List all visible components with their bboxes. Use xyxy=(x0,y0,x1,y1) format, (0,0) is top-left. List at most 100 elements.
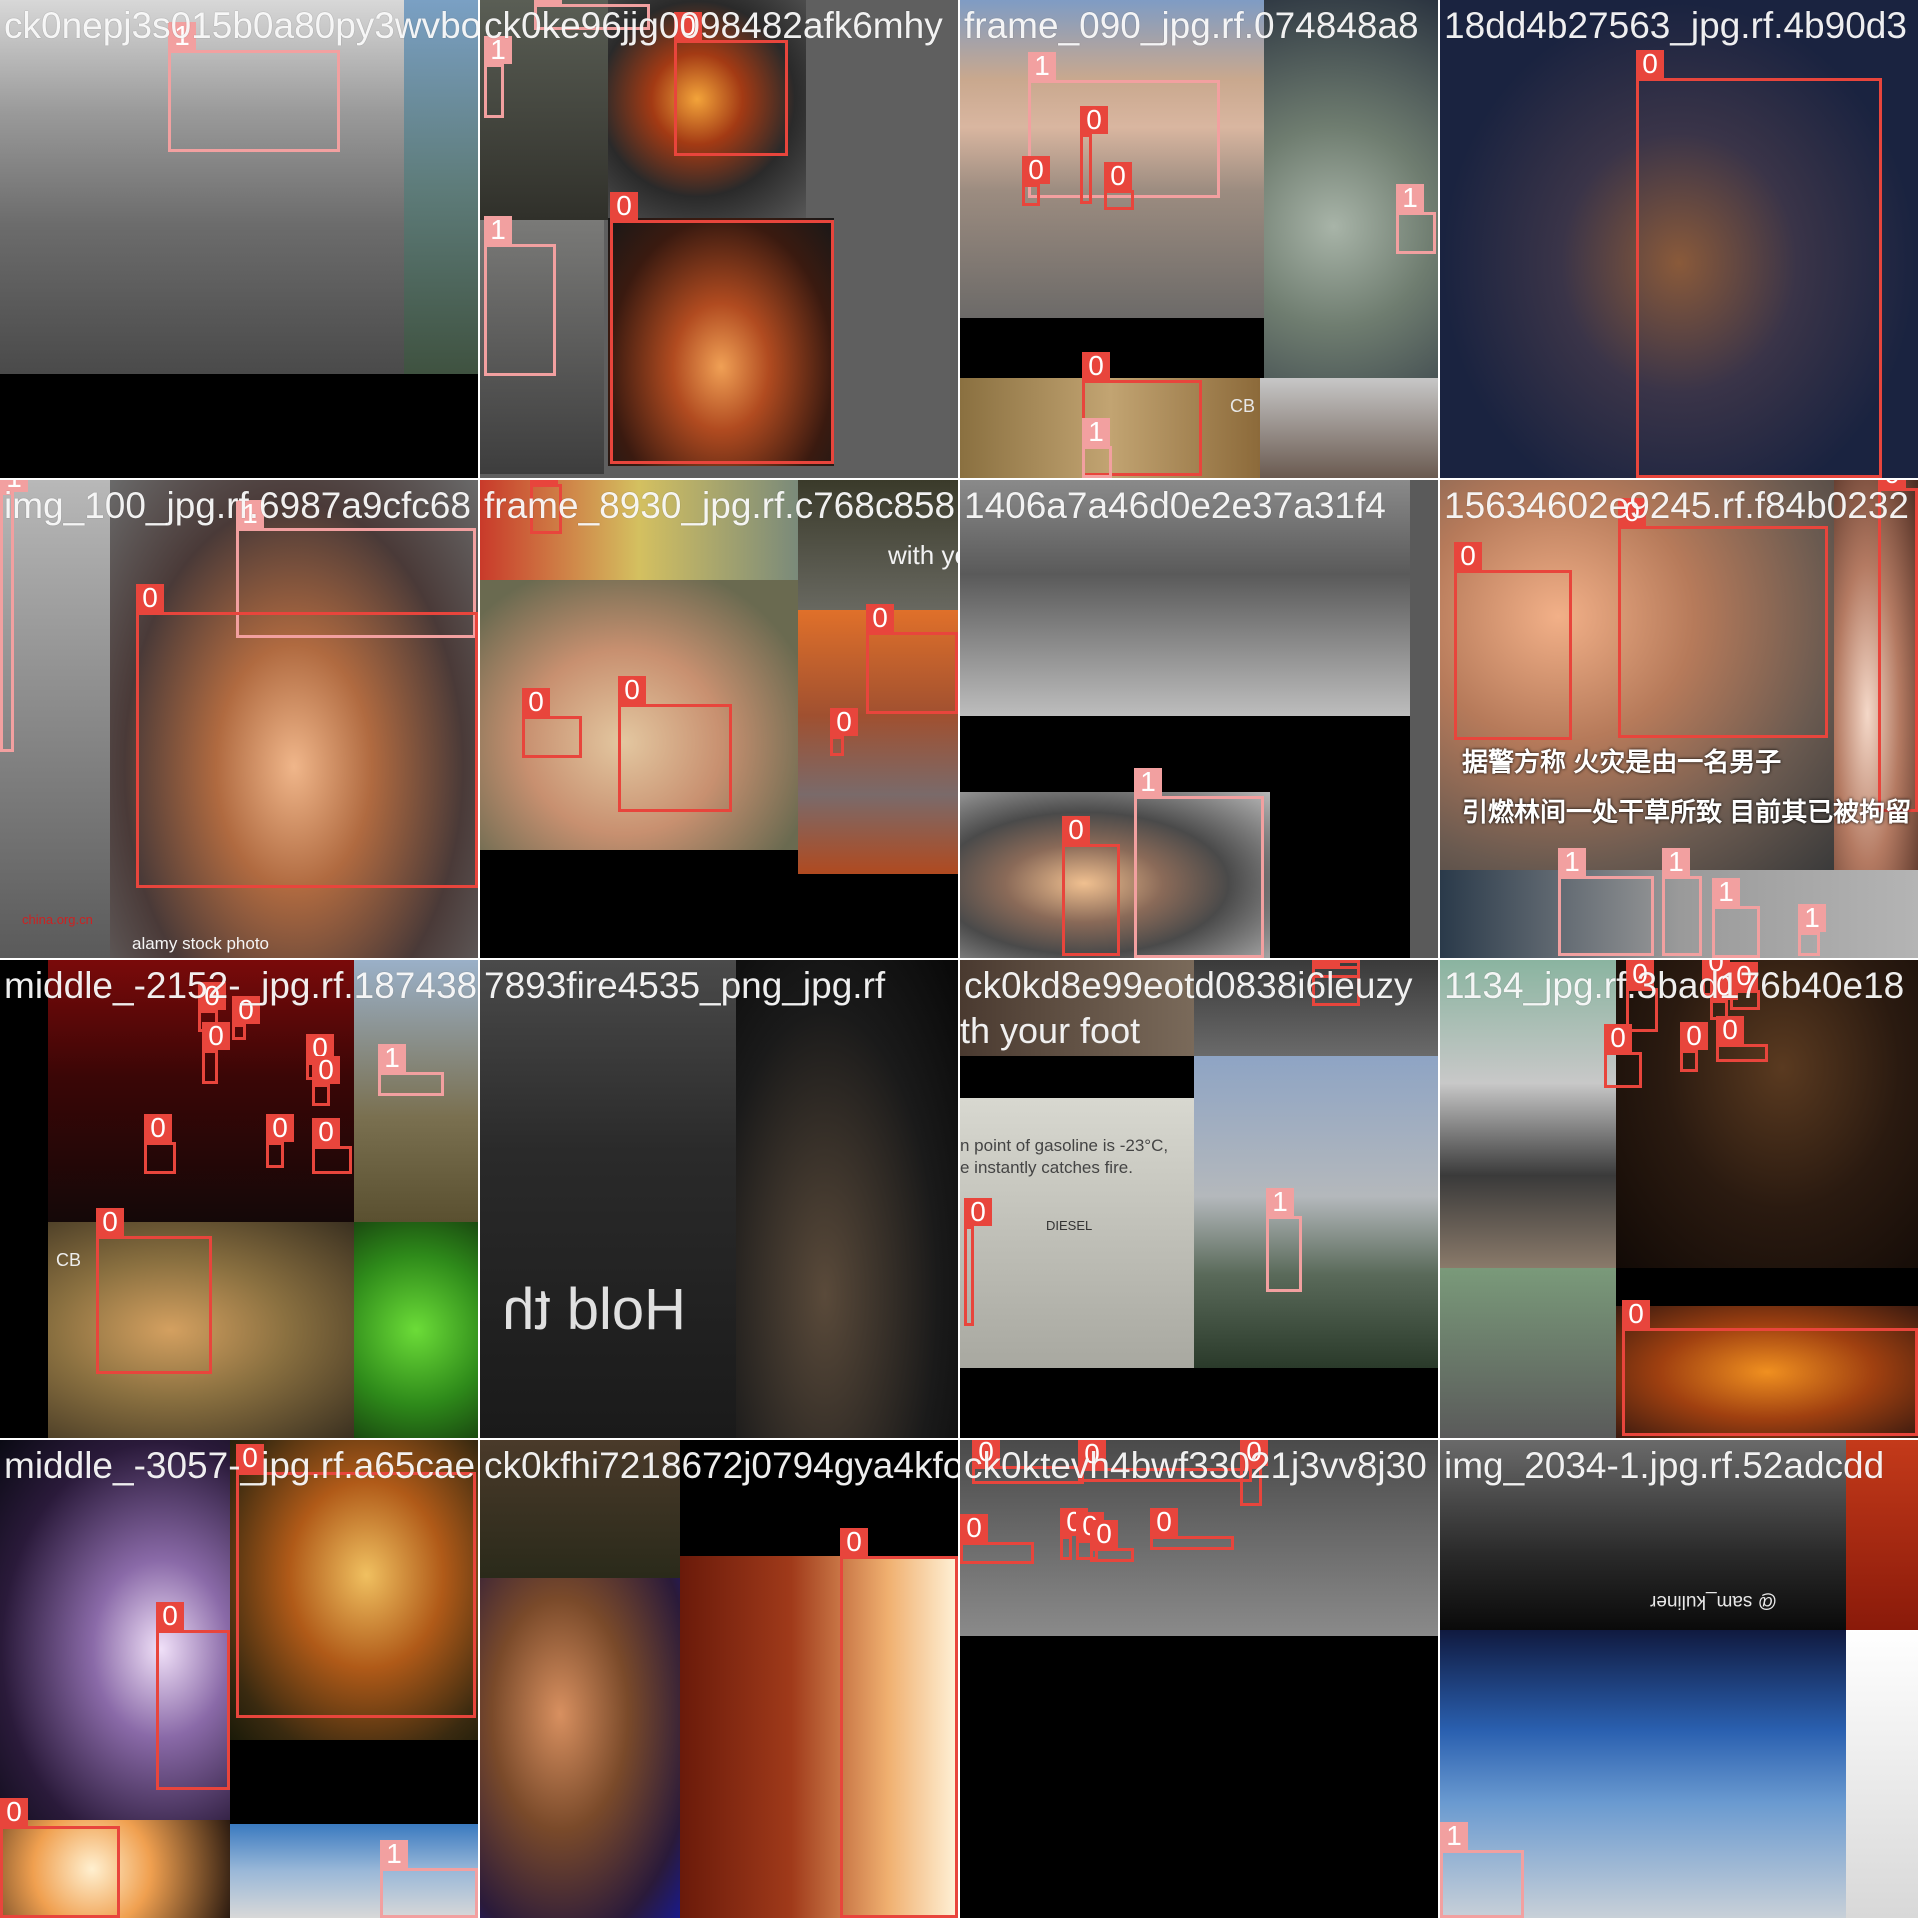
class-label: 0 xyxy=(202,1022,230,1050)
fire-bounding-box: 0 xyxy=(266,1114,294,1168)
class-label: 0 xyxy=(1604,1024,1632,1052)
fire-bounding-box: 0 xyxy=(202,1022,230,1084)
fire-bounding-box: 0 xyxy=(1680,1022,1708,1072)
fire-bounding-box: 0 xyxy=(840,1528,958,1918)
fire-bounding-box: 0 xyxy=(1022,156,1050,206)
tile-overlay-text: DIESEL xyxy=(1046,1218,1093,1233)
mosaic-tile: 1 0 0 0 1 0 1 CB frame_090_jpg.rf.074848… xyxy=(960,0,1438,478)
tile-filename: ck0nepj3s015b0a80py3wvbo xyxy=(4,5,478,46)
mosaic-tile: 1 1 0 alamy stock photo china.org.cn img… xyxy=(0,480,478,958)
fire-bounding-box: 0 xyxy=(312,1056,340,1106)
fire-bounding-box: 0 xyxy=(618,676,732,812)
class-label: 0 xyxy=(156,1602,184,1630)
class-label: 0 xyxy=(960,1514,988,1542)
class-label: 1 xyxy=(1798,904,1826,932)
fire-bounding-box: 0 xyxy=(312,1118,352,1174)
mosaic-tile: 0 0 0 0 0 with yo frame_8930_jpg.rf.c768… xyxy=(480,480,958,958)
tile-overlay-text: th your foot xyxy=(960,1010,1141,1051)
smoke-bounding-box: 1 xyxy=(1440,1822,1524,1918)
fire-bounding-box: 0 xyxy=(136,584,478,888)
class-label: 0 xyxy=(144,1114,172,1142)
class-label: 0 xyxy=(1716,1016,1744,1044)
tile-filename: img_100_jpg.rf.6987a9cfc68 xyxy=(4,485,471,526)
tile-filename: frame_8930_jpg.rf.c768c858 xyxy=(484,485,956,526)
fire-bounding-box: 0 xyxy=(144,1114,176,1174)
mosaic-tile: 0 0 0 1 th your foot n point of gasoline… xyxy=(960,960,1438,1438)
tile-filename: 7893fire4535_png_jpg.rf xyxy=(484,965,886,1006)
mosaic-tile: 0 0 0 1 middle_-3057-_jpg.rf.a65cae xyxy=(0,1440,478,1918)
watermark-text: alamy stock photo xyxy=(132,934,270,953)
fire-bounding-box: 0 xyxy=(0,1798,120,1918)
tile-overlay-text: CB xyxy=(56,1250,82,1270)
class-label: 0 xyxy=(312,1118,340,1146)
smoke-bounding-box: 1 xyxy=(1266,1188,1302,1292)
tile-overlay-text: CB xyxy=(1230,396,1256,416)
tile-filename: 15634602e9245.rf.f84b0232 xyxy=(1444,485,1909,526)
mosaic-tile: 0 0 0 0 0 0 0 0 1134_jpg.rf.3bad176b40e1… xyxy=(1440,960,1918,1438)
class-label: 0 xyxy=(866,604,894,632)
fire-bounding-box: 0 xyxy=(1090,1520,1134,1562)
smoke-bounding-box: 1 xyxy=(1712,878,1760,958)
class-label: 0 xyxy=(530,480,558,484)
tile-overlay-text: n point of gasoline is -23°C, xyxy=(960,1136,1169,1155)
fire-bounding-box: 0 xyxy=(674,12,788,156)
class-label: 1 xyxy=(1028,52,1056,80)
class-label: 0 xyxy=(1080,106,1108,134)
fire-bounding-box: 0 xyxy=(156,1602,230,1790)
smoke-bounding-box: 1 xyxy=(484,36,512,118)
mosaic-tile: 1 ck0nepj3s015b0a80py3wvbo xyxy=(0,0,478,478)
class-label: 0 xyxy=(1082,352,1110,380)
class-label: 0 xyxy=(1104,162,1132,190)
fire-bounding-box: 0 xyxy=(1150,1508,1234,1550)
tile-filename: img_2034-1.jpg.rf.52adcdd xyxy=(1444,1445,1885,1486)
smoke-bounding-box: 1 xyxy=(1662,848,1702,956)
tile-filename: ck0ke96jjg0098482afk6mhy xyxy=(484,5,943,46)
class-label: 0 xyxy=(964,1198,992,1226)
fire-bounding-box: 0 xyxy=(1878,480,1918,812)
tile-filename: 1134_jpg.rf.3bad176b40e18 xyxy=(1444,965,1905,1006)
video-caption: 据警方称 火灾是由一名男子 xyxy=(1462,747,1782,777)
class-label: 1 xyxy=(1558,848,1586,876)
fire-bounding-box: 0 xyxy=(610,192,834,464)
class-label: 0 xyxy=(1454,542,1482,570)
tile-filename: ck0ktevh4bwf33021j3vv8j30 xyxy=(964,1445,1427,1486)
fire-bounding-box: 0 xyxy=(1636,50,1882,478)
tile-overlay-text: e instantly catches fire. xyxy=(960,1158,1133,1177)
class-label: 0 xyxy=(1062,816,1090,844)
mosaic-tile: 0 ck0kfhi7218672j0794gya4kfo xyxy=(480,1440,958,1918)
tile-filename: ck0kfhi7218672j0794gya4kfo xyxy=(484,1445,958,1486)
mosaic-tile: 1 0 1406a7a46d0e2e37a31f4 xyxy=(960,480,1438,958)
fire-bounding-box: 0 xyxy=(1618,498,1828,738)
class-label: 0 xyxy=(136,584,164,612)
class-label: 0 xyxy=(1090,1520,1118,1548)
class-label: 1 xyxy=(1082,418,1110,446)
smoke-bounding-box: 1 xyxy=(1082,418,1112,478)
class-label: 0 xyxy=(1150,1508,1178,1536)
mosaic-tile: Hold th 7893fire4535_png_jpg.rf xyxy=(480,960,958,1438)
class-label: 0 xyxy=(266,1114,294,1142)
tile-filename: 18dd4b27563_jpg.rf.4b90d3 xyxy=(1444,5,1907,46)
smoke-bounding-box: 1 xyxy=(1558,848,1654,956)
class-label: 0 xyxy=(618,676,646,704)
class-label: 0 xyxy=(522,688,550,716)
mosaic-tile: 0 18dd4b27563_jpg.rf.4b90d3 xyxy=(1440,0,1918,478)
fire-bounding-box: 0 xyxy=(1622,1300,1918,1436)
tile-filename: frame_090_jpg.rf.074848a8 xyxy=(964,5,1419,46)
mosaic-tile: 1 1 0 1 0 ck0ke96jjg0098482afk6mhy xyxy=(480,0,958,478)
class-label: 0 xyxy=(1622,1300,1650,1328)
fire-bounding-box: 0 xyxy=(830,708,858,756)
class-label: 1 xyxy=(1662,848,1690,876)
class-label: 1 xyxy=(484,216,512,244)
class-label: 1 xyxy=(534,0,562,4)
mosaic-tile: 0 0 0 0 0 0 0 0 1 0 CB middle_-2152-_jpg… xyxy=(0,960,478,1438)
mosaic-tile: 0 0 0 1 1 1 1 据警方称 火灾是由一名男子 引燃林间一处干草所致 目… xyxy=(1440,480,1918,958)
fire-bounding-box: 0 xyxy=(236,1444,476,1718)
smoke-bounding-box: 1 xyxy=(1798,904,1826,956)
tile-filename: ck0kd8e99eotd0838i6leuzy xyxy=(964,965,1413,1006)
smoke-bounding-box: 1 xyxy=(168,22,340,152)
fire-bounding-box: 0 xyxy=(96,1208,212,1374)
fire-bounding-box: 0 xyxy=(522,688,582,758)
class-label: 1 xyxy=(378,1044,406,1072)
class-label: 1 xyxy=(380,1840,408,1868)
class-label: 1 xyxy=(1440,1822,1468,1850)
